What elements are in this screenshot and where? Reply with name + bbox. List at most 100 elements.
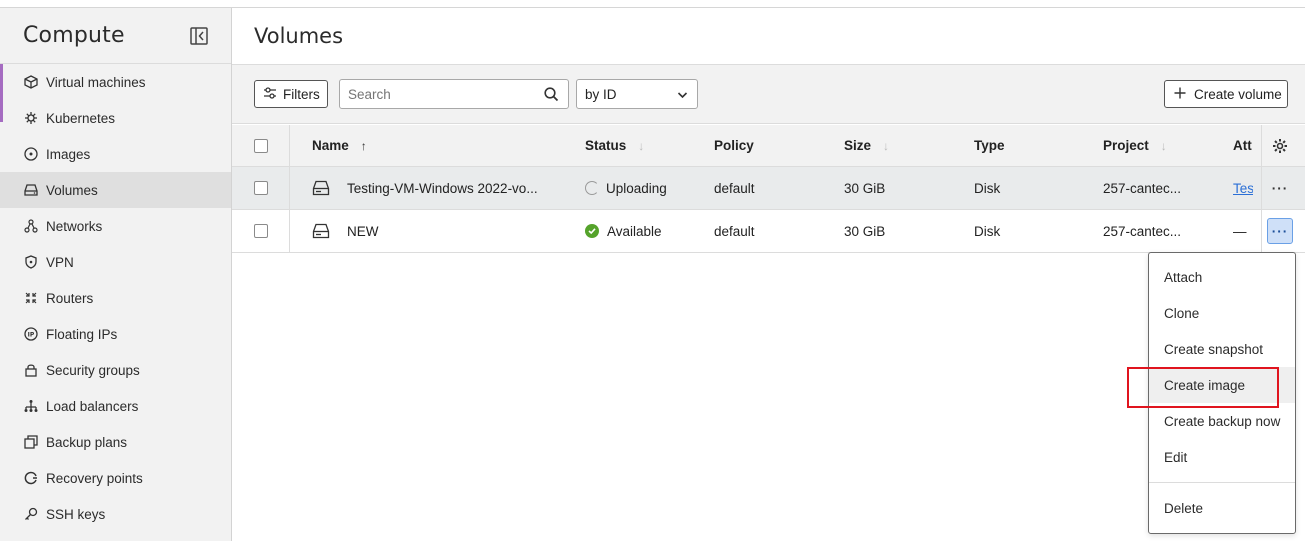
column-header-size[interactable]: Size ↓ xyxy=(844,125,889,166)
table-header: Name ↑ Status ↓ Policy Size ↓ Type Project ↓… xyxy=(232,125,1305,167)
sidebar-item-routers[interactable]: Routers xyxy=(0,280,231,316)
column-divider xyxy=(289,125,290,166)
sidebar-item-label: Volumes xyxy=(46,182,98,198)
create-volume-button[interactable]: Create volume xyxy=(1164,80,1288,108)
column-divider xyxy=(1261,167,1262,209)
type: Disk xyxy=(974,223,1001,239)
sidebar-header: Compute xyxy=(0,8,231,64)
policy: default xyxy=(714,180,755,196)
column-divider xyxy=(289,167,290,209)
network-icon xyxy=(23,218,39,234)
select-all-checkbox[interactable] xyxy=(254,138,268,153)
sidebar-item-backup-plans[interactable]: Backup plans xyxy=(0,424,231,460)
row-actions-more-icon[interactable]: ··· xyxy=(1267,218,1293,244)
sidebar-item-ssh-keys[interactable]: SSH keys xyxy=(0,496,231,532)
project: 257-cantec... xyxy=(1103,180,1182,196)
column-header-policy[interactable]: Policy xyxy=(714,125,754,166)
menu-item-delete[interactable]: Delete xyxy=(1149,490,1295,526)
column-divider xyxy=(1261,210,1262,252)
sliders-icon xyxy=(263,86,277,103)
volumes-table: Name ↑ Status ↓ Policy Size ↓ Type Project ↓… xyxy=(232,125,1305,253)
menu-item-attach[interactable]: Attach xyxy=(1149,259,1295,295)
column-divider xyxy=(289,210,290,252)
column-label: Type xyxy=(974,138,1005,153)
sidebar-item-security-groups[interactable]: Security groups xyxy=(0,352,231,388)
key-icon xyxy=(23,506,39,522)
table-row[interactable]: Testing-VM-Windows 2022-vo... Uploading … xyxy=(232,167,1305,210)
column-header-project[interactable]: Project ↓ xyxy=(1103,125,1167,166)
sort-down-arrow-icon: ↓ xyxy=(638,138,645,153)
svg-text:IP: IP xyxy=(28,332,35,339)
sidebar-item-vpn[interactable]: VPN xyxy=(0,244,231,280)
sidebar-item-label: Floating IPs xyxy=(46,326,118,342)
filters-button[interactable]: Filters xyxy=(254,80,328,108)
sort-select[interactable]: by ID xyxy=(576,79,698,109)
sort-up-arrow-icon: ↑ xyxy=(360,138,367,153)
sidebar-item-networks[interactable]: Networks xyxy=(0,208,231,244)
row-checkbox[interactable] xyxy=(254,224,268,238)
drive-icon xyxy=(23,182,39,198)
table-row[interactable]: NEW Available default 30 GiB Disk 257-ca… xyxy=(232,210,1305,253)
sidebar-item-load-balancers[interactable]: Load balancers xyxy=(0,388,231,424)
status-text: Uploading xyxy=(606,180,667,196)
sidebar-item-virtual-machines[interactable]: Virtual machines xyxy=(0,64,231,100)
sort-select-value: by ID xyxy=(585,86,617,102)
sidebar-item-label: Virtual machines xyxy=(46,74,146,90)
sidebar-item-kubernetes[interactable]: Kubernetes xyxy=(0,100,231,136)
volume-name[interactable]: NEW xyxy=(347,210,379,252)
sidebar-item-label: Networks xyxy=(46,218,103,234)
column-label: Project xyxy=(1103,138,1149,153)
collapse-sidebar-icon[interactable] xyxy=(189,26,209,46)
disc-icon xyxy=(23,146,39,162)
sidebar-item-label: SSH keys xyxy=(46,506,106,522)
column-header-type[interactable]: Type xyxy=(974,125,1005,166)
row-checkbox[interactable] xyxy=(254,181,268,195)
top-border xyxy=(0,0,1305,8)
chevron-down-icon xyxy=(677,87,688,102)
sidebar-item-label: Load balancers xyxy=(46,398,139,414)
attached-link[interactable]: Tes xyxy=(1233,167,1253,209)
table-settings-gear-icon[interactable] xyxy=(1272,125,1288,166)
sidebar-item-label: Routers xyxy=(46,290,94,306)
sidebar-item-floating-ips[interactable]: IP Floating IPs xyxy=(0,316,231,352)
ip-icon: IP xyxy=(23,326,39,342)
menu-item-create-backup-now[interactable]: Create backup now xyxy=(1149,403,1295,439)
status: Uploading xyxy=(585,167,667,209)
sidebar-item-recovery-points[interactable]: Recovery points xyxy=(0,460,231,496)
search-icon[interactable] xyxy=(544,87,559,105)
menu-item-edit[interactable]: Edit xyxy=(1149,439,1295,475)
volume-name[interactable]: Testing-VM-Windows 2022-vo... xyxy=(347,167,538,209)
sidebar-nav: Virtual machines Kubernetes Images Volum… xyxy=(0,64,231,532)
recovery-icon xyxy=(23,470,39,486)
sidebar: Compute Virtual machines Kubernetes Imag… xyxy=(0,8,232,541)
cube-icon xyxy=(23,74,39,90)
menu-item-clone[interactable]: Clone xyxy=(1149,295,1295,331)
sort-down-arrow-icon: ↓ xyxy=(1160,138,1167,153)
sidebar-item-label: Kubernetes xyxy=(46,110,116,126)
menu-item-create-snapshot[interactable]: Create snapshot xyxy=(1149,331,1295,367)
sidebar-item-label: Backup plans xyxy=(46,434,128,450)
sidebar-item-volumes[interactable]: Volumes xyxy=(0,172,231,208)
lock-icon xyxy=(23,362,39,378)
toolbar: Filters by ID Create volume xyxy=(232,65,1305,124)
search-input[interactable] xyxy=(340,80,530,108)
backup-icon xyxy=(23,434,39,450)
search-box xyxy=(339,79,569,109)
column-header-attached[interactable]: Att xyxy=(1233,125,1253,166)
type: Disk xyxy=(974,180,1001,196)
sidebar-item-images[interactable]: Images xyxy=(0,136,231,172)
column-label: Policy xyxy=(714,138,754,153)
page-title: Volumes xyxy=(254,24,344,48)
project: 257-cantec... xyxy=(1103,223,1182,239)
sidebar-item-label: Images xyxy=(46,146,91,162)
create-volume-label: Create volume xyxy=(1194,86,1282,102)
router-icon xyxy=(23,290,39,306)
column-header-name[interactable]: Name ↑ xyxy=(312,125,367,166)
column-label: Size xyxy=(844,138,872,153)
check-circle-icon xyxy=(585,224,599,238)
column-label: Name xyxy=(312,138,349,153)
row-actions-more-icon[interactable]: ··· xyxy=(1267,175,1293,201)
attached-value: — xyxy=(1233,223,1247,239)
column-header-status[interactable]: Status ↓ xyxy=(585,125,644,166)
policy: default xyxy=(714,223,755,239)
